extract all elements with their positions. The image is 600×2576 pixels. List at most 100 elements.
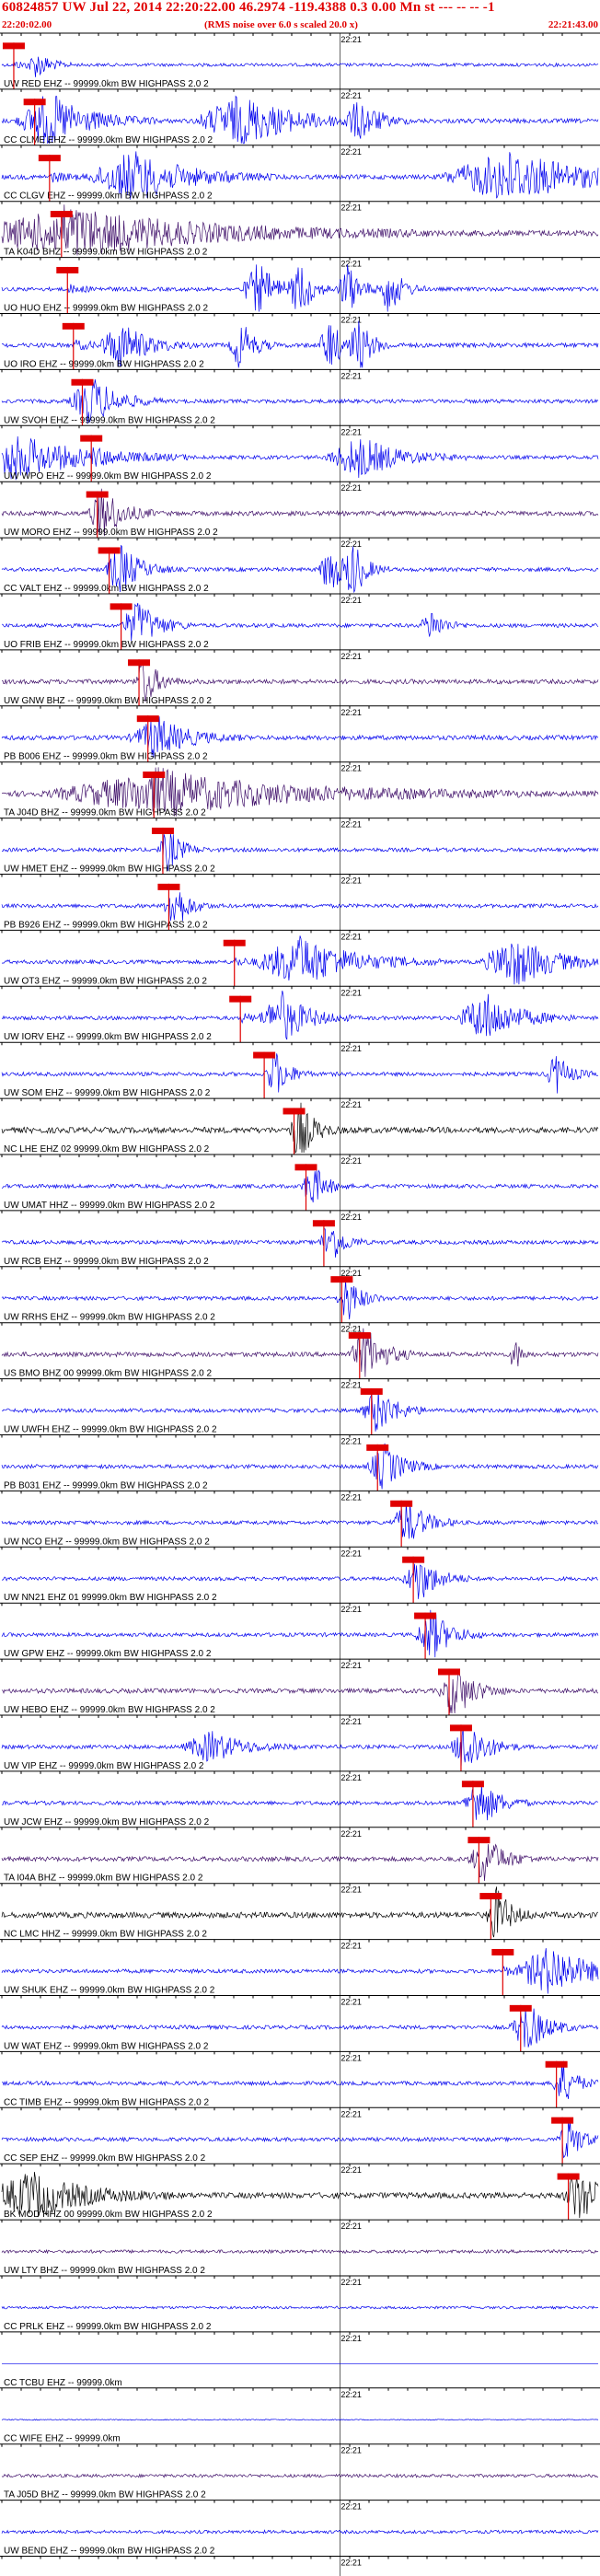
minute-marker-label: 22:21 — [340, 1156, 362, 1166]
channel-label: UW HMET EHZ -- 99999.0km BW HIGHPASS 2.0… — [4, 864, 215, 875]
channel-label: CC WIFE EHZ -- 99999.0km — [4, 2434, 121, 2444]
minute-marker-label: 22:21 — [340, 1829, 362, 1839]
trace-row: 22:21 UW OT3 EHZ -- 99999.0km BW HIGHPASS… — [0, 929, 600, 987]
waveform — [1, 892, 599, 922]
channel-label: BK MOD HHZ 00 99999.0km BW HIGHPASS 2.0 … — [4, 2210, 213, 2220]
channel-label: CC PRLK EHZ -- 99999.0km BW HIGHPASS 2.0… — [4, 2322, 212, 2332]
waveform — [1, 56, 599, 77]
channel-label: UW GPW EHZ -- 99999.0km BW HIGHPASS 2.0 … — [4, 1649, 212, 1659]
waveform — [1, 2419, 599, 2421]
trace-row: 22:21 TA I04A BHZ -- 99999.0km BW HIGHPAS… — [0, 1827, 600, 1884]
minute-marker-label: 22:21 — [340, 1044, 362, 1053]
trace-row: 22:21 PB B006 EHZ -- 99999.0km BW HIGHPAS… — [0, 705, 600, 762]
trace-row: 22:21 UW GNW BHZ -- 99999.0km BW HIGHPASS… — [0, 649, 600, 706]
channel-label: UW OT3 EHZ -- 99999.0km BW HIGHPASS 2.0 … — [4, 976, 207, 986]
minute-marker-label: 22:21 — [340, 1381, 362, 1390]
minute-marker-label: 22:21 — [340, 708, 362, 717]
trace-row: 22:21UW RRHS EHZ -- 99999.0km BW HIGHPAS… — [0, 1266, 600, 1323]
minute-marker-label: 22:21 — [340, 764, 362, 773]
trace-row: 22:21UW MOON EHZ -- 99999.0km BW HIGHPAS… — [0, 2556, 600, 2576]
channel-label: NC LHE EHZ 02 99999.0km BW HIGHPASS 2.0 … — [4, 1144, 210, 1155]
minute-marker-label: 22:21 — [340, 1437, 362, 1446]
trace-row: 22:21 UO HUO EHZ -- 99999.0km BW HIGHPASS… — [0, 257, 600, 314]
minute-marker-label: 22:21 — [340, 427, 362, 436]
channel-label: UW MORO EHZ -- 99999.0km BW HIGHPASS 2.0… — [4, 528, 218, 538]
minute-marker-label: 22:21 — [340, 652, 362, 661]
channel-label: UO HUO EHZ -- 99999.0km BW HIGHPASS 2.0 … — [4, 304, 209, 314]
trace-row: 22:21 UW RCB EHZ -- 99999.0km BW HIGHPASS… — [0, 1210, 600, 1267]
minute-marker-label: 22:21 — [340, 988, 362, 997]
minute-marker-label: 22:21 — [340, 2390, 362, 2399]
minute-marker-label: 22:21 — [340, 2053, 362, 2062]
minute-marker-label: 22:21 — [340, 483, 362, 493]
trace-row: 22:21 UW SHUK EHZ -- 99999.0km BW HIGHPAS… — [0, 1939, 600, 1996]
channel-label: US BMO BHZ 00 99999.0km BW HIGHPASS 2.0 … — [4, 1369, 212, 1379]
minute-marker-label: 22:21 — [340, 2446, 362, 2455]
minute-marker-label: 22:21 — [340, 2334, 362, 2343]
minute-marker-label: 22:21 — [340, 2165, 362, 2175]
trace-row: 22:21 UW HMET EHZ -- 99999.0km BW HIGHPAS… — [0, 818, 600, 875]
trace-row: 22:21 TA K04D BHZ -- 99999.0km BW HIGHPAS… — [0, 201, 600, 258]
minute-marker-label: 22:21 — [340, 2109, 362, 2118]
minute-marker-label: 22:21 — [340, 1717, 362, 1726]
minute-marker-label: 22:21 — [340, 203, 362, 213]
minute-marker-label: 22:21 — [340, 2559, 362, 2568]
trace-row: 22:21 NC LHE EHZ 02 99999.0km BW HIGHPASS… — [0, 1097, 600, 1155]
channel-label: CC TCBU EHZ -- 99999.0km — [4, 2378, 122, 2388]
channel-label: UW LTY BHZ -- 99999.0km BW HIGHPASS 2.0 … — [4, 2266, 205, 2276]
channel-label: PB B031 EHZ -- 99999.0km BW HIGHPASS 2.0… — [4, 1480, 208, 1491]
minute-marker-label: 22:21 — [340, 1773, 362, 1782]
waveform — [1, 602, 599, 642]
minute-marker-label: 22:21 — [340, 596, 362, 605]
trace-row: 22:21 UW GPW EHZ -- 99999.0km BW HIGHPASS… — [0, 1602, 600, 1660]
trace-row: 22:21 UW BEND EHZ -- 99999.0km BW HIGHPAS… — [0, 2500, 600, 2557]
trace-row: 22:21 CC TIMB EHZ -- 99999.0km BW HIGHPAS… — [0, 2050, 600, 2108]
minute-marker-label: 22:21 — [340, 1661, 362, 1670]
channel-label: NC LMC HHZ -- 99999.0km BW HIGHPASS 2.0 … — [4, 1930, 207, 1940]
minute-marker-label: 22:21 — [340, 1549, 362, 1558]
minute-marker-label: 22:21 — [340, 932, 362, 941]
channel-label: TA J05D BHZ -- 99999.0km BW HIGHPASS 2.0… — [4, 2490, 206, 2501]
channel-label: UW VIP EHZ -- 99999.0km BW HIGHPASS 2.0 … — [4, 1761, 204, 1771]
trace-row: 22:21 UW WPO EHZ -- 99999.0km BW HIGHPASS… — [0, 424, 600, 482]
channel-label: UW RRHS EHZ -- 99999.0km BW HIGHPASS 2.0… — [4, 1313, 215, 1323]
trace-row: 22:21US BMO BHZ 00 99999.0km BW HIGHPASS… — [0, 1322, 600, 1379]
trace-row: 22:21 CC SEP EHZ -- 99999.0km BW HIGHPASS… — [0, 2106, 600, 2164]
end-time: 22:21:43.00 — [548, 19, 598, 30]
trace-row: 22:21 UW SVOH EHZ -- 99999.0km BW HIGHPAS… — [0, 368, 600, 426]
waveform — [1, 2305, 599, 2310]
minute-marker-label: 22:21 — [340, 1492, 362, 1502]
minute-marker-label: 22:21 — [340, 540, 362, 549]
waveform — [1, 1783, 599, 1821]
trace-row: 22:21 PB B926 EHZ -- 99999.0km BW HIGHPAS… — [0, 874, 600, 931]
channel-label: UW RCB EHZ -- 99999.0km BW HIGHPASS 2.0 … — [4, 1257, 209, 1267]
channel-label: UW UMAT HHZ -- 99999.0km BW HIGHPASS 2.0… — [4, 1201, 215, 1211]
minute-marker-label: 22:21 — [340, 2222, 362, 2231]
trace-row: 22:21 BK MOD HHZ 00 99999.0km BW HIGHPASS… — [0, 2163, 600, 2221]
trace-row: 22:21 CC VALT EHZ -- 99999.0km BW HIGHPAS… — [0, 537, 600, 594]
minute-marker-label: 22:21 — [340, 1942, 362, 1951]
trace-row: 22:21 CC PRLK EHZ -- 99999.0km BW HIGHPAS… — [0, 2275, 600, 2332]
seismogram-plot: 22:21 UW RED EHZ -- 99999.0km BW HIGHPASS… — [0, 32, 600, 2576]
channel-label: UW WAT EHZ -- 99999.0km BW HIGHPASS 2.0 … — [4, 2041, 209, 2051]
minute-marker-label: 22:21 — [340, 1605, 362, 1614]
channel-label: PB B926 EHZ -- 99999.0km BW HIGHPASS 2.0… — [4, 920, 208, 930]
trace-row: 22:21 UW HEBO EHZ -- 99999.0km BW HIGHPAS… — [0, 1658, 600, 1715]
event-title: 60824857 UW Jul 22, 2014 22:20:22.00 46.… — [2, 0, 495, 15]
waveform — [1, 2473, 599, 2478]
channel-label: UW JCW EHZ -- 99999.0km BW HIGHPASS 2.0 … — [4, 1817, 210, 1828]
channel-label: UW NCO EHZ -- 99999.0km BW HIGHPASS 2.0 … — [4, 1537, 210, 1547]
channel-label: TA J04D BHZ -- 99999.0km BW HIGHPASS 2.0… — [4, 808, 206, 818]
minute-marker-label: 22:21 — [340, 1998, 362, 2007]
channel-label: UW WPO EHZ -- 99999.0km BW HIGHPASS 2.0 … — [4, 471, 212, 482]
trace-row: 22:21 UO FRIB EHZ -- 99999.0km BW HIGHPAS… — [0, 593, 600, 650]
trace-row: 22:21 CC WIFE EHZ -- 99999.0km — [0, 2387, 600, 2444]
trace-row: 22:21 UW IORV EHZ -- 99999.0km BW HIGHPAS… — [0, 985, 600, 1043]
minute-marker-label: 22:21 — [340, 876, 362, 886]
minute-marker-label: 22:21 — [340, 2502, 362, 2512]
trace-row: 22:21 UW VIP EHZ -- 99999.0km BW HIGHPASS… — [0, 1714, 600, 1771]
channel-label: UW SHUK EHZ -- 99999.0km BW HIGHPASS 2.0… — [4, 1986, 215, 1996]
start-time: 22:20:02.00 — [2, 19, 52, 30]
waveform — [1, 2529, 599, 2535]
minute-marker-label: 22:21 — [340, 260, 362, 269]
